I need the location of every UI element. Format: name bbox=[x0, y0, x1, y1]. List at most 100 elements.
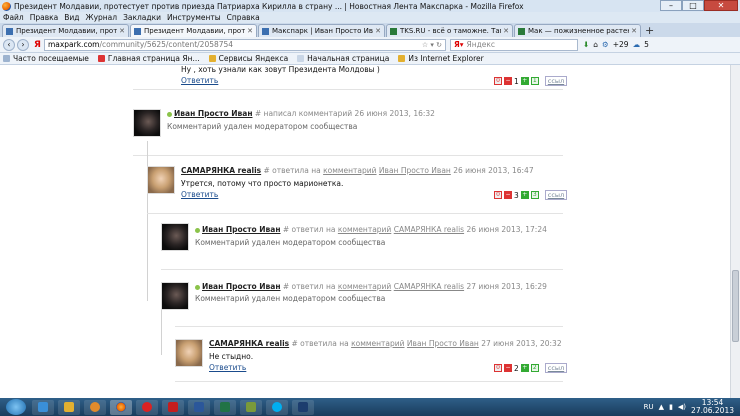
taskbar-pdf[interactable] bbox=[162, 399, 184, 415]
taskbar-firefox[interactable] bbox=[110, 399, 132, 415]
tab-2-active[interactable]: Президент Молдавии, протестует п... ✕ bbox=[130, 24, 257, 37]
comment-meta: # ответила на bbox=[263, 166, 321, 175]
avatar[interactable] bbox=[133, 109, 161, 137]
bookmark-start-page[interactable]: Начальная страница bbox=[297, 54, 389, 63]
close-tab-icon[interactable]: ✕ bbox=[247, 27, 253, 35]
reload-icon[interactable]: ☆ ▾ ↻ bbox=[422, 41, 442, 49]
maximize-button[interactable]: □ bbox=[682, 0, 704, 11]
author-link[interactable]: Иван Просто Иван bbox=[174, 109, 253, 118]
bookmark-most-visited[interactable]: Часто посещаемые bbox=[3, 54, 89, 63]
tab-5[interactable]: Мак — пожизненное растение - ТК... ✕ bbox=[514, 24, 641, 37]
bookmark-yandex-home[interactable]: Главная страница Ян... bbox=[97, 54, 200, 63]
start-button[interactable] bbox=[6, 399, 26, 415]
menu-bookmarks[interactable]: Закладки bbox=[123, 13, 161, 22]
close-tab-icon[interactable]: ✕ bbox=[375, 27, 381, 35]
avatar[interactable] bbox=[161, 282, 189, 310]
parent-author-link[interactable]: САМАРЯНКА realis bbox=[394, 225, 464, 234]
parent-author-link[interactable]: Иван Просто Иван bbox=[379, 166, 451, 175]
volume-icon[interactable]: ◀) bbox=[678, 403, 686, 411]
home-icon[interactable]: ⌂ bbox=[593, 40, 598, 49]
bookmark-ie-import[interactable]: Из Internet Explorer bbox=[398, 54, 484, 63]
taskbar-opera[interactable] bbox=[136, 399, 158, 415]
comment-date: 26 июня 2013, 16:47 bbox=[453, 166, 534, 175]
weather-icon[interactable]: ☁ bbox=[633, 40, 641, 49]
language-indicator[interactable]: RU bbox=[644, 403, 654, 411]
parent-author-link[interactable]: Иван Просто Иван bbox=[407, 339, 479, 348]
vote-panel: 0 − 2 + 2 ссыл bbox=[494, 363, 568, 373]
comment-link[interactable]: комментарий bbox=[338, 225, 391, 234]
permalink-button[interactable]: ссыл bbox=[544, 76, 568, 86]
page-icon bbox=[297, 55, 305, 62]
yandex-logo: Я bbox=[34, 39, 41, 50]
close-tab-icon[interactable]: ✕ bbox=[631, 27, 637, 35]
tab-1[interactable]: Президент Молдавии, протестует п... ✕ bbox=[2, 24, 129, 37]
counter-badge[interactable]: +29 bbox=[613, 40, 629, 49]
author-link[interactable]: САМАРЯНКА realis bbox=[181, 166, 261, 175]
close-tab-icon[interactable]: ✕ bbox=[503, 27, 509, 35]
bookmark-yandex-services[interactable]: Сервисы Яндекса bbox=[208, 54, 289, 63]
network-icon[interactable]: ▮ bbox=[669, 403, 673, 411]
taskbar-app[interactable] bbox=[240, 399, 262, 415]
system-tray: RU ▲ ▮ ◀) 13:54 27.06.2013 bbox=[644, 399, 740, 415]
download-icon[interactable]: ⬇ bbox=[583, 40, 589, 49]
vertical-scrollbar[interactable] bbox=[730, 65, 740, 398]
media-player-icon bbox=[90, 402, 100, 412]
menu-edit[interactable]: Правка bbox=[30, 13, 59, 22]
tab-3[interactable]: Макспарк | Иван Просто Иван ✕ bbox=[258, 24, 385, 37]
avatar[interactable] bbox=[175, 339, 203, 367]
avatar[interactable] bbox=[147, 166, 175, 194]
author-link[interactable]: Иван Просто Иван bbox=[202, 282, 281, 291]
address-bar[interactable]: maxpark.com /community/5625/content/2058… bbox=[43, 38, 446, 51]
clock-date: 27.06.2013 bbox=[691, 406, 734, 415]
clock[interactable]: 13:54 27.06.2013 bbox=[691, 399, 734, 415]
comment-link[interactable]: комментарий bbox=[338, 282, 391, 291]
divider bbox=[175, 326, 563, 327]
vote-down-button[interactable]: − bbox=[504, 364, 512, 372]
new-tab-button[interactable]: + bbox=[645, 24, 654, 37]
menu-history[interactable]: Журнал bbox=[86, 13, 118, 22]
reply-link[interactable]: Ответить bbox=[181, 76, 218, 85]
vote-up-button[interactable]: + bbox=[520, 191, 529, 199]
vote-up-button[interactable]: + bbox=[520, 364, 529, 372]
parent-author-link[interactable]: САМАРЯНКА realis bbox=[394, 282, 464, 291]
addon-icon[interactable]: ⚙ bbox=[602, 40, 609, 49]
forward-icon[interactable]: › bbox=[17, 38, 29, 51]
comment-link[interactable]: комментарий bbox=[351, 339, 404, 348]
close-tab-icon[interactable]: ✕ bbox=[119, 27, 125, 35]
author-link[interactable]: САМАРЯНКА realis bbox=[209, 339, 289, 348]
thread-line bbox=[147, 141, 148, 301]
reply-link[interactable]: Ответить bbox=[181, 190, 218, 199]
taskbar-media[interactable] bbox=[84, 399, 106, 415]
permalink-button[interactable]: ссыл bbox=[544, 190, 568, 200]
taskbar-explorer[interactable] bbox=[58, 399, 80, 415]
taskbar-photoshop[interactable] bbox=[292, 399, 314, 415]
reply-link[interactable]: Ответить bbox=[209, 363, 246, 372]
menu-help[interactable]: Справка bbox=[227, 13, 260, 22]
vote-down-button[interactable]: − bbox=[504, 77, 512, 85]
scrollbar-thumb[interactable] bbox=[732, 270, 739, 342]
taskbar-ie[interactable] bbox=[32, 399, 54, 415]
taskbar-word[interactable] bbox=[188, 399, 210, 415]
back-icon[interactable]: ‹ bbox=[3, 38, 15, 51]
avatar[interactable] bbox=[161, 223, 189, 251]
divider bbox=[175, 381, 563, 382]
taskbar-excel[interactable] bbox=[214, 399, 236, 415]
author-link[interactable]: Иван Просто Иван bbox=[202, 225, 281, 234]
comment-link[interactable]: комментарий bbox=[323, 166, 376, 175]
tab-4[interactable]: TKS.RU - всё о таможне. Таможня д... ✕ bbox=[386, 24, 513, 37]
menu-file[interactable]: Файл bbox=[3, 13, 24, 22]
menu-view[interactable]: Вид bbox=[64, 13, 79, 22]
comment-meta: # ответил на bbox=[282, 282, 336, 291]
taskbar-skype[interactable] bbox=[266, 399, 288, 415]
menu-tools[interactable]: Инструменты bbox=[167, 13, 221, 22]
vote-up-button[interactable]: + bbox=[520, 77, 529, 85]
vote-down-button[interactable]: − bbox=[504, 191, 512, 199]
weather-value[interactable]: 5 bbox=[644, 40, 649, 49]
bookmark-label: Сервисы Яндекса bbox=[218, 54, 289, 63]
minimize-button[interactable]: – bbox=[660, 0, 682, 11]
permalink-button[interactable]: ссыл bbox=[544, 363, 568, 373]
vote-score: 3 bbox=[514, 190, 519, 200]
tray-arrow-icon[interactable]: ▲ bbox=[659, 403, 664, 411]
close-window-button[interactable]: ✕ bbox=[704, 0, 738, 11]
search-input[interactable]: Я▾ Яндекс bbox=[449, 38, 578, 51]
